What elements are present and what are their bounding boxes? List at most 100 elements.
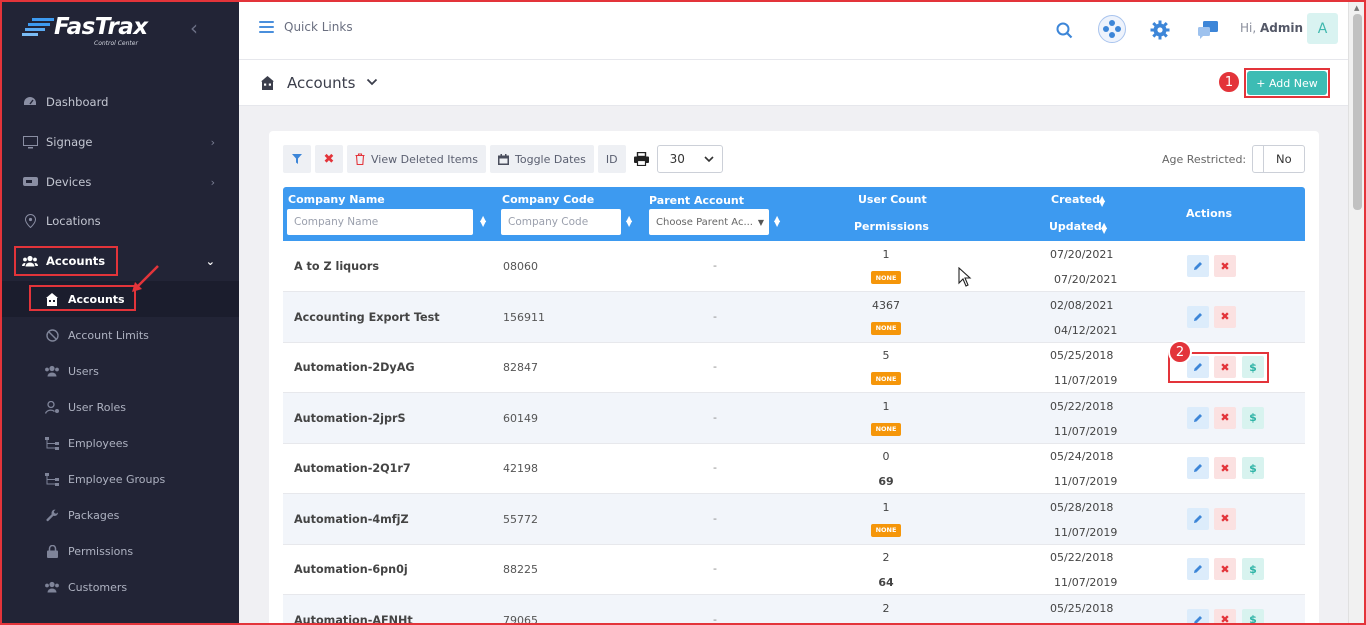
company-name-cell[interactable]: Automation-4mfjZ	[294, 513, 409, 526]
scrollbar[interactable]: ▲	[1348, 0, 1366, 625]
sort-icon[interactable]: ▲ ▼	[480, 215, 486, 228]
table-row[interactable]: Automation-2jprS 60149 - 1 NONE 05/22/2018 11/…	[283, 392, 1305, 444]
edit-button[interactable]	[1187, 406, 1209, 429]
company-code-filter-input[interactable]: Company Code	[501, 209, 621, 235]
delete-button[interactable]: ✖	[1214, 255, 1236, 277]
company-name-cell[interactable]: A to Z liquors	[294, 260, 379, 273]
sidebar-subitem-user-roles[interactable]: User Roles	[0, 389, 239, 425]
edit-button[interactable]	[1187, 255, 1209, 277]
header-updated[interactable]: Updated	[1049, 220, 1102, 233]
table-row[interactable]: A to Z liquors 08060 - 1 NONE 07/20/2021 07/20…	[283, 241, 1305, 292]
edit-button[interactable]	[1187, 608, 1209, 625]
table-row[interactable]: Automation-2Q1r7 42198 - 0 69 05/24/2018 11/07…	[283, 443, 1305, 494]
table-row[interactable]: Automation-AFNHt 79065 - 2 05/25/2018 ✖ $	[283, 594, 1305, 625]
sidebar-item-dashboard[interactable]: Dashboard	[0, 84, 239, 120]
clear-filters-button[interactable]: ✖	[315, 145, 343, 173]
page-size-select[interactable]: 30	[656, 145, 723, 173]
sidebar-item-signage[interactable]: Signage ›	[0, 124, 239, 160]
table-toolbar: ✖ View Deleted Items Toggle Dates ID 30	[283, 145, 723, 175]
scroll-up-icon[interactable]: ▲	[1354, 4, 1359, 12]
sort-icon[interactable]: ▲ ▼	[626, 215, 632, 228]
print-button[interactable]	[630, 145, 653, 173]
billing-button[interactable]: $	[1242, 608, 1264, 625]
header-company-name[interactable]: Company Name	[288, 193, 385, 206]
company-name-filter-input[interactable]: Company Name	[287, 209, 473, 235]
billing-button[interactable]: $	[1242, 457, 1264, 479]
brand-name: FasTrax	[54, 14, 148, 40]
company-name-cell[interactable]: Automation-2jprS	[294, 412, 406, 425]
scrollbar-thumb[interactable]	[1353, 14, 1362, 210]
user-greeting[interactable]: Hi, Admin	[1240, 21, 1303, 35]
billing-button[interactable]: $	[1242, 558, 1264, 580]
collapse-sidebar-icon[interactable]: ‹	[190, 18, 210, 40]
edit-button[interactable]	[1187, 305, 1209, 328]
search-icon[interactable]	[1050, 16, 1078, 44]
updated-date: 04/12/2021	[1054, 323, 1118, 337]
parent-account-select[interactable]: Choose Parent Ac... ▼	[649, 209, 769, 235]
age-restricted-label: Age Restricted:	[1162, 153, 1247, 166]
edit-button[interactable]	[1187, 558, 1209, 580]
table-row[interactable]: Automation-2DyAG 82847 - 5 NONE 05/25/2018 11/…	[283, 342, 1305, 393]
gear-icon[interactable]	[1146, 16, 1174, 44]
header-user-count[interactable]: User Count	[858, 193, 927, 206]
delete-button[interactable]: ✖	[1214, 608, 1236, 625]
delete-button[interactable]: ✖	[1214, 305, 1236, 328]
company-name-cell[interactable]: Automation-6pn0j	[294, 563, 408, 576]
permissions-badge: NONE	[871, 523, 901, 537]
sort-icon[interactable]: ▲ ▼	[774, 215, 780, 228]
company-name-cell[interactable]: Automation-2DyAG	[294, 361, 415, 374]
id-toggle-button[interactable]: ID	[597, 145, 626, 173]
close-icon: ✖	[1220, 562, 1230, 576]
chevron-right-icon: ›	[210, 135, 215, 149]
sidebar-subitem-users[interactable]: Users	[0, 353, 239, 389]
header-created[interactable]: Created	[1051, 193, 1100, 206]
quick-links[interactable]: Quick Links	[259, 20, 353, 34]
annotation-arrow-icon	[132, 265, 159, 292]
created-date: 07/20/2021	[1050, 248, 1114, 261]
avatar[interactable]: A	[1307, 13, 1338, 44]
table-row[interactable]: Automation-6pn0j 88225 - 2 64 05/22/2018 11/07…	[283, 544, 1305, 595]
delete-button[interactable]: ✖	[1214, 457, 1236, 479]
sidebar-subitem-customers[interactable]: Customers	[0, 569, 239, 605]
printer-icon	[633, 152, 649, 166]
company-name-cell[interactable]: Accounting Export Test	[294, 311, 440, 324]
sidebar-item-devices[interactable]: Devices ›	[0, 164, 239, 200]
sidebar-subitem-account-limits[interactable]: Account Limits	[0, 317, 239, 353]
company-name-cell[interactable]: Automation-AFNHt	[294, 614, 413, 625]
table-row[interactable]: Accounting Export Test 156911 - 4367 NONE 02/…	[283, 291, 1305, 343]
sidebar-subitem-employee-groups[interactable]: Employee Groups	[0, 461, 239, 497]
user-count-cell: 4367	[872, 298, 900, 312]
edit-button[interactable]	[1187, 507, 1209, 530]
company-code-cell: 08060	[503, 260, 538, 273]
header-company-code[interactable]: Company Code	[502, 193, 594, 206]
wrench-icon	[44, 507, 60, 523]
sidebar-item-label: Locations	[46, 214, 101, 228]
delete-button[interactable]: ✖	[1214, 507, 1236, 530]
sidebar-subitem-permissions[interactable]: Permissions	[0, 533, 239, 569]
sort-icon[interactable]: ▲ ▼	[1101, 222, 1107, 235]
company-name-cell[interactable]: Automation-2Q1r7	[294, 462, 411, 475]
sidebar-subitem-packages[interactable]: Packages	[0, 497, 239, 533]
view-deleted-button[interactable]: View Deleted Items	[347, 145, 486, 173]
apps-icon[interactable]	[1097, 14, 1127, 44]
filter-button[interactable]	[283, 145, 311, 173]
delete-button[interactable]: ✖	[1214, 558, 1236, 580]
devices-icon	[22, 174, 38, 190]
fastrax-logo[interactable]: FasTrax Control Center	[22, 12, 162, 50]
sidebar-subitem-employees[interactable]: Employees	[0, 425, 239, 461]
chat-icon[interactable]	[1194, 16, 1222, 44]
toggle-dates-button[interactable]: Toggle Dates	[490, 145, 594, 173]
billing-button[interactable]: $	[1242, 406, 1264, 429]
table-row[interactable]: Automation-4mfjZ 55772 - 1 NONE 05/28/2018 11/…	[283, 493, 1305, 545]
accounts-highlight-box	[14, 246, 118, 276]
delete-button[interactable]: ✖	[1214, 406, 1236, 429]
updated-date: 11/07/2019	[1054, 475, 1118, 488]
header-parent-account[interactable]: Parent Account	[649, 194, 744, 207]
sort-icon[interactable]: ▲ ▼	[1099, 195, 1105, 208]
age-restricted-toggle[interactable]: No	[1252, 145, 1305, 173]
header-permissions[interactable]: Permissions	[854, 220, 929, 233]
edit-button[interactable]	[1187, 457, 1209, 479]
sidebar-item-locations[interactable]: Locations	[0, 203, 239, 239]
users-icon	[44, 579, 60, 595]
chevron-down-icon[interactable]	[366, 77, 378, 87]
